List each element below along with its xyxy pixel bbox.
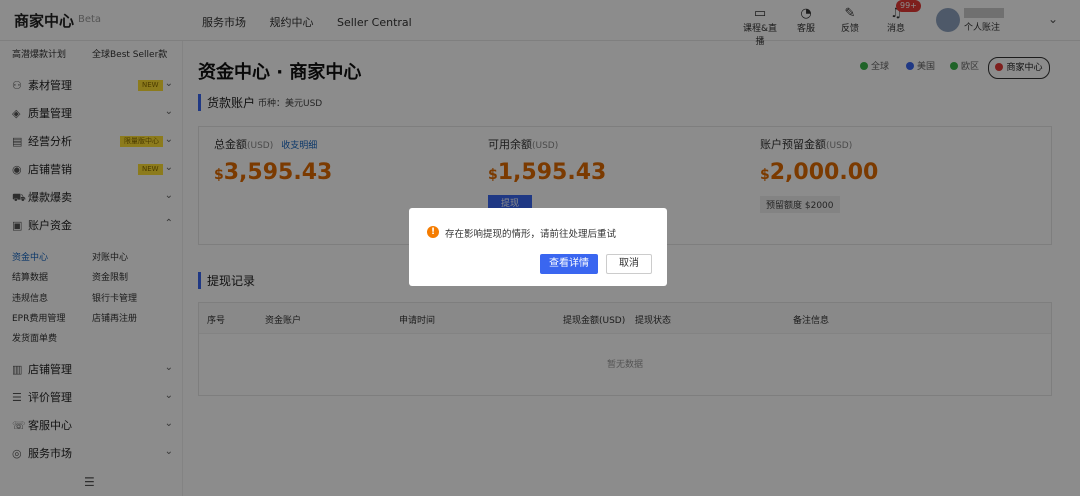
dialog-message: 存在影响提现的情形，请前往处理后重试 [445,229,617,240]
app-window: 商家中心 Beta 服务市场 规约中心 Seller Central ▭ 课程&直… [0,0,1080,496]
alert-dialog: ! 存在影响提现的情形，请前往处理后重试 查看详情 取消 [409,208,667,286]
warning-icon: ! [427,226,439,238]
cancel-button[interactable]: 取消 [606,254,652,274]
view-details-button[interactable]: 查看详情 [540,254,598,274]
